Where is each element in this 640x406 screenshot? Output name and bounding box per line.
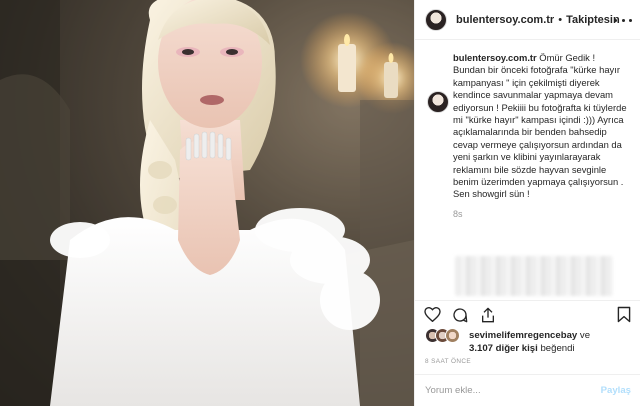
blurred-comment xyxy=(455,256,613,296)
header-separator: • xyxy=(558,13,563,26)
likes-suffix: beğendi xyxy=(537,343,575,354)
likes-count[interactable]: 3.107 diğer kişi xyxy=(469,343,538,354)
more-options-icon[interactable] xyxy=(614,12,632,28)
caption-area: bulentersoy.com.tr Ömür Gedik ! Bundan b… xyxy=(415,52,640,219)
post-comment-button[interactable]: Paylaş xyxy=(601,385,631,396)
comment-input[interactable] xyxy=(425,385,601,396)
likes-line-2: 3.107 diğer kişi beğendi xyxy=(469,343,575,354)
caption-username[interactable]: bulentersoy.com.tr xyxy=(453,52,537,63)
share-icon[interactable] xyxy=(479,306,497,324)
caption-text: bulentersoy.com.tr Ömür Gedik ! Bundan b… xyxy=(453,52,629,201)
header-username[interactable]: bulentersoy.com.tr xyxy=(456,14,554,26)
profile-avatar[interactable] xyxy=(425,8,447,31)
comment-icon[interactable] xyxy=(451,306,469,324)
bookmark-icon[interactable] xyxy=(615,306,633,324)
likes-line-1: sevimelifemregencebay ve xyxy=(469,330,590,341)
post-photo[interactable] xyxy=(0,0,414,406)
liker-avatar[interactable] xyxy=(445,328,460,343)
likes-conj: ve xyxy=(577,330,591,341)
caption-age: 8s xyxy=(453,208,463,219)
post-side-panel: bulentersoy.com.tr • Takiptesin bulenter… xyxy=(414,0,640,406)
liker-username[interactable]: sevimelifemregencebay xyxy=(469,330,577,341)
liker-avatars xyxy=(425,328,467,344)
comment-box: Paylaş xyxy=(415,374,640,406)
action-bar xyxy=(415,300,640,328)
heart-icon[interactable] xyxy=(423,306,441,324)
post-timestamp[interactable]: 8 SAAT ÖNCE xyxy=(425,358,471,365)
caption-avatar[interactable] xyxy=(427,91,449,113)
post-header: bulentersoy.com.tr • Takiptesin xyxy=(415,0,640,40)
caption-body: Ömür Gedik ! Bundan bir önceki fotoğrafa… xyxy=(453,52,630,200)
post-photo-art xyxy=(0,0,414,406)
following-label[interactable]: Takiptesin xyxy=(566,14,620,26)
